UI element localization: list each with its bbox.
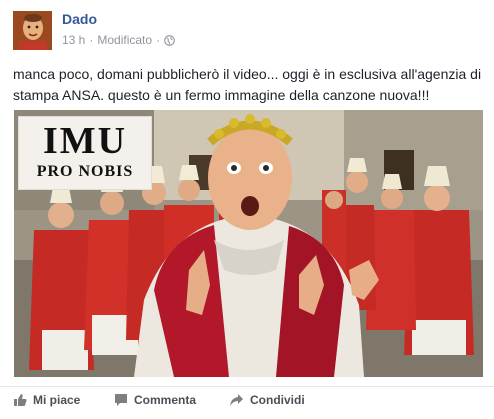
- meta-separator: ·: [89, 33, 94, 47]
- overlay-title: IMU: [42, 120, 128, 162]
- post-time[interactable]: 13 h: [62, 33, 85, 47]
- comment-button[interactable]: Commenta: [114, 393, 196, 407]
- overlay-subtitle: PRO NOBIS: [36, 163, 134, 180]
- facebook-post: Dado 13 h · Modificato · manca poco, dom…: [0, 0, 494, 419]
- comment-icon: [115, 394, 127, 406]
- share-label: Condividi: [250, 393, 305, 407]
- like-label: Mi piace: [33, 393, 81, 407]
- actions-divider: [0, 386, 494, 387]
- edited-label[interactable]: Modificato: [97, 33, 152, 47]
- post-photo[interactable]: IMU PRO NOBIS: [14, 110, 483, 377]
- comment-label: Commenta: [134, 393, 197, 407]
- author-name[interactable]: Dado: [62, 11, 97, 27]
- post-meta: 13 h · Modificato ·: [62, 33, 175, 47]
- share-icon: [230, 394, 243, 406]
- imu-overlay: IMU PRO NOBIS: [18, 116, 152, 190]
- avatar[interactable]: [13, 11, 52, 50]
- meta-separator: ·: [156, 33, 161, 47]
- like-button[interactable]: Mi piace: [13, 393, 80, 407]
- thumbs-up-icon: [14, 394, 27, 406]
- action-bar: Mi piace Commenta Condividi: [0, 393, 494, 415]
- globe-icon[interactable]: [164, 34, 175, 46]
- share-button[interactable]: Condividi: [229, 393, 305, 407]
- post-text: manca poco, domani pubblicherò il video.…: [13, 66, 482, 103]
